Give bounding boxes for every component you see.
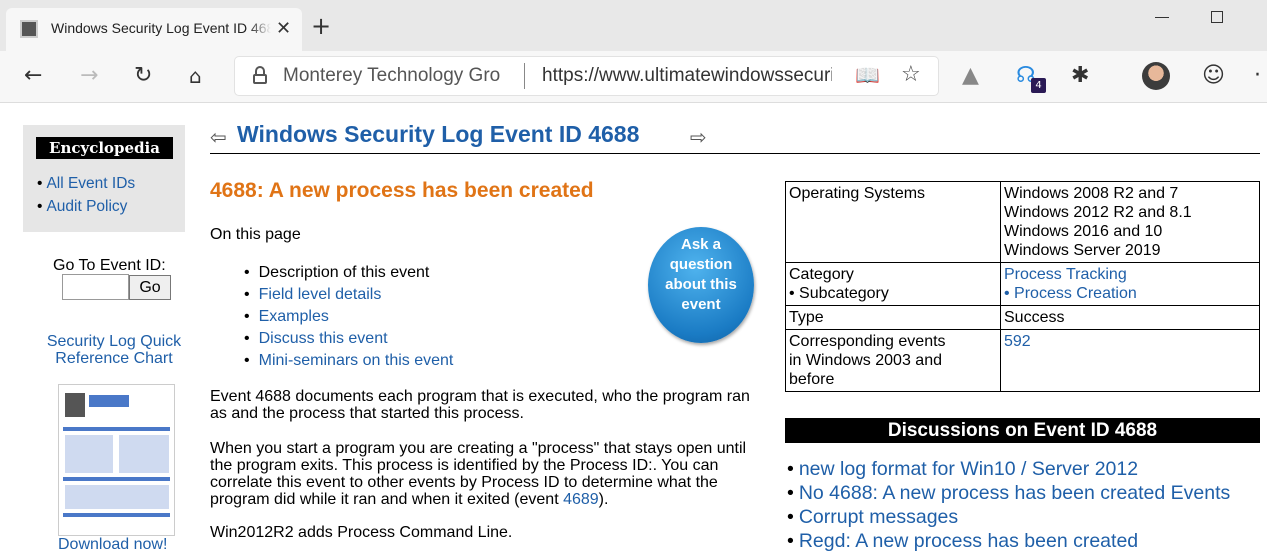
all-event-ids-link[interactable]: All Event IDs xyxy=(37,175,135,193)
on-this-page-label: On this page xyxy=(210,226,301,243)
category-label: Category • Subcategory xyxy=(785,262,1001,306)
corresponding-events-label: Corresponding events in Windows 2003 and… xyxy=(785,329,1001,392)
tab-title: Windows Security Log Event ID 4688 - ult… xyxy=(51,20,271,36)
quick-reference-link[interactable]: Security Log Quick Reference Chart xyxy=(40,333,188,367)
encyclopedia-title: Encyclopedia xyxy=(36,137,173,159)
address-url[interactable]: https://www.ultimatewindowssecurity.com/… xyxy=(542,65,832,87)
discussion-link[interactable]: Regd: A new process has been created xyxy=(787,529,1230,553)
reading-view-icon[interactable]: 📖 xyxy=(855,63,880,87)
new-tab-button[interactable]: + xyxy=(311,14,331,38)
browser-toolbar: ← → ↻ ⌂ Monterey Technology Gro https://… xyxy=(0,51,1267,140)
process-creation-link[interactable]: • Process Creation xyxy=(1004,284,1256,303)
goto-event-input[interactable] xyxy=(62,274,129,300)
quick-reference-thumbnail[interactable] xyxy=(58,384,175,536)
toc-item: Description of this event xyxy=(244,262,453,284)
toc-item[interactable]: Field level details xyxy=(244,284,453,306)
discussions-heading: Discussions on Event ID 4688 xyxy=(785,418,1260,443)
event-592-link[interactable]: 592 xyxy=(1004,333,1031,350)
profile-avatar[interactable] xyxy=(1142,62,1170,90)
process-tracking-link[interactable]: Process Tracking xyxy=(1004,265,1256,284)
lock-icon xyxy=(253,66,267,84)
forward-icon[interactable]: → xyxy=(80,63,98,89)
feedback-smile-icon[interactable]: ☺ xyxy=(1202,63,1225,89)
corresponding-events-value: 592 xyxy=(1000,329,1260,392)
win2012r2-note: Win2012R2 adds Process Command Line. xyxy=(210,524,513,541)
close-tab-icon[interactable]: ✕ xyxy=(276,18,291,39)
tab-bar: Windows Security Log Event ID 4688 - ult… xyxy=(0,0,1267,51)
site-identity: Monterey Technology Gro xyxy=(283,65,501,86)
encyclopedia-box: Encyclopedia All Event IDs Audit Policy xyxy=(23,125,185,232)
toc-item[interactable]: Mini-seminars on this event xyxy=(244,350,454,372)
discussion-link[interactable]: Corrupt messages xyxy=(787,505,1230,529)
event-4689-link[interactable]: 4689 xyxy=(563,491,599,508)
type-label: Type xyxy=(785,305,1001,330)
audit-policy-link[interactable]: Audit Policy xyxy=(37,198,127,216)
page-title: Windows Security Log Event ID 4688 xyxy=(237,121,640,147)
event-process-description: When you start a program you are creatin… xyxy=(210,440,747,508)
os-values: Windows 2008 R2 and 7 Windows 2012 R2 an… xyxy=(1000,181,1260,263)
event-subtitle: 4688: A new process has been created xyxy=(210,179,594,202)
favicon-icon xyxy=(20,20,38,38)
minimize-icon[interactable] xyxy=(1155,17,1169,18)
toc-item[interactable]: Examples xyxy=(244,306,453,328)
next-event-arrow-icon[interactable]: ⇨ xyxy=(690,125,707,149)
type-value: Success xyxy=(1000,305,1260,330)
table-of-contents: Description of this event Field level de… xyxy=(244,262,454,372)
extension-triangle-icon[interactable]: ▲ xyxy=(962,63,979,89)
previous-event-arrow-icon[interactable]: ⇦ xyxy=(210,125,227,149)
address-bar[interactable]: Monterey Technology Gro https://www.ulti… xyxy=(235,57,938,95)
goto-event-label: Go To Event ID: xyxy=(53,257,166,274)
browser-tab[interactable]: Windows Security Log Event ID 4688 - ult… xyxy=(6,8,302,51)
discussion-link[interactable]: new log format for Win10 / Server 2012 xyxy=(787,457,1230,481)
discussions-list: new log format for Win10 / Server 2012 N… xyxy=(787,457,1230,553)
back-icon[interactable]: ← xyxy=(24,63,42,89)
refresh-icon[interactable]: ↻ xyxy=(134,63,152,89)
more-menu-icon[interactable]: · xyxy=(1254,63,1261,89)
home-icon[interactable]: ⌂ xyxy=(189,63,202,89)
favorite-star-icon[interactable]: ☆ xyxy=(901,62,921,87)
web-page: Encyclopedia All Event IDs Audit Policy … xyxy=(0,103,1267,559)
ask-question-button[interactable]: Ask a question about this event xyxy=(648,227,754,343)
os-label: Operating Systems xyxy=(785,181,1001,263)
maximize-icon[interactable] xyxy=(1211,11,1223,23)
event-description: Event 4688 documents each program that i… xyxy=(210,388,750,422)
page-title-bar: ⇦ Windows Security Log Event ID 4688 ⇨ xyxy=(210,120,1260,154)
extension-puzzle-icon[interactable]: ✱ xyxy=(1071,63,1089,89)
toc-item[interactable]: Discuss this event xyxy=(244,328,453,350)
event-info-table: Operating Systems Windows 2008 R2 and 7 … xyxy=(785,181,1260,392)
discussion-link[interactable]: No 4688: A new process has been created … xyxy=(787,481,1230,505)
extension-badge: 4 xyxy=(1031,78,1046,93)
go-button[interactable]: Go xyxy=(129,275,171,300)
download-now-link[interactable]: Download now! xyxy=(58,536,167,554)
category-values: Process Tracking • Process Creation xyxy=(1000,262,1260,306)
address-separator xyxy=(524,63,525,89)
